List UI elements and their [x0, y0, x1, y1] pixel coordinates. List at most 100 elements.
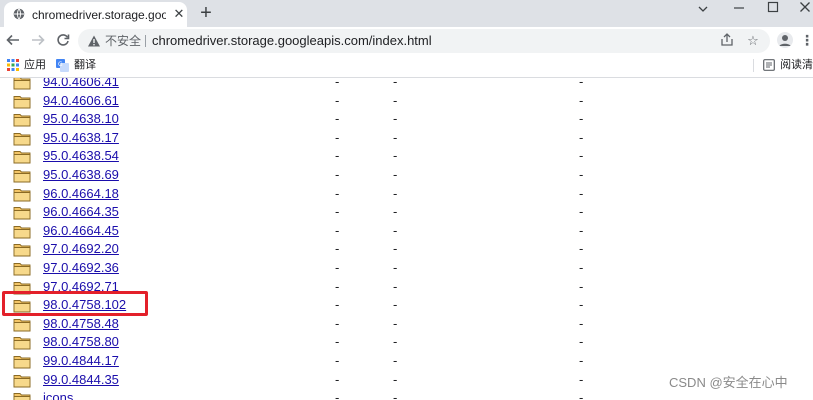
bookmark-translate[interactable]: G 翻译 [56, 57, 96, 73]
security-label[interactable]: 不安全 [105, 33, 141, 49]
folder-icon [13, 353, 31, 369]
cell-value: - [393, 204, 398, 220]
directory-link[interactable]: 99.0.4844.17 [43, 352, 119, 370]
cell-value: - [393, 111, 398, 127]
cell-value: - [393, 353, 398, 368]
directory-link[interactable]: 94.0.4606.41 [43, 78, 119, 91]
cell-value: - [393, 92, 398, 108]
globe-icon [13, 8, 25, 20]
cell-value: - [335, 222, 340, 238]
folder-icon [13, 334, 31, 350]
bookmark-translate-label: 翻译 [74, 59, 96, 71]
directory-link[interactable]: 95.0.4638.54 [43, 147, 119, 165]
directory-link[interactable]: 97.0.4692.20 [43, 240, 119, 258]
folder-icon [13, 223, 31, 239]
directory-link[interactable]: 95.0.4638.69 [43, 166, 119, 184]
cell-value: - [393, 78, 398, 89]
cell-value: - [579, 315, 584, 331]
cell-value: - [579, 353, 584, 368]
cell-value: - [393, 129, 398, 145]
maximize-button[interactable] [756, 0, 790, 13]
folder-icon [13, 111, 31, 127]
minimize-button[interactable] [722, 0, 756, 12]
address-bar[interactable]: 不安全 chromedriver.storage.googleapis.com/… [78, 29, 770, 53]
directory-link[interactable]: 94.0.4606.61 [43, 92, 119, 110]
table-row: 99.0.4844.17 - - - [0, 352, 813, 370]
cell-value: - [579, 78, 584, 89]
table-row: 96.0.4664.18 - - - [0, 185, 813, 203]
directory-link[interactable]: 98.0.4758.80 [43, 333, 119, 351]
chevron-down-icon[interactable] [686, 0, 720, 12]
back-button[interactable] [4, 32, 22, 50]
folder-icon [13, 204, 31, 220]
folder-icon [13, 78, 31, 90]
cell-value: - [579, 334, 584, 350]
table-row: 94.0.4606.41 - - - [0, 78, 813, 91]
directory-link[interactable]: 97.0.4692.36 [43, 259, 119, 277]
cell-value: - [335, 353, 340, 368]
cell-value: - [393, 260, 398, 275]
table-row: 96.0.4664.35 - - - [0, 203, 813, 221]
bookmark-apps[interactable]: 应用 [7, 57, 46, 73]
share-icon[interactable] [719, 33, 735, 49]
directory-link[interactable]: 99.0.4844.35 [43, 371, 119, 389]
bookmarks-bar: 应用 G 翻译 阅读清单 [0, 54, 813, 78]
directory-link[interactable]: icons [43, 389, 73, 400]
cell-value: - [579, 297, 584, 313]
translate-icon: G [56, 58, 69, 72]
cell-value: - [335, 297, 340, 313]
tab-title: chromedriver.storage.googleapis.com [32, 8, 166, 22]
cell-value: - [335, 260, 340, 275]
star-icon[interactable]: ☆ [745, 33, 761, 49]
cell-value: - [393, 185, 398, 201]
directory-link[interactable]: 95.0.4638.17 [43, 129, 119, 147]
svg-text:G: G [58, 61, 63, 68]
cell-value: - [335, 148, 340, 164]
cell-value: - [579, 371, 584, 387]
browser-tab[interactable]: chromedriver.storage.googleapis.com ✕ [4, 2, 187, 27]
directory-link[interactable]: 95.0.4638.10 [43, 110, 119, 128]
cell-value: - [335, 167, 340, 182]
close-window-button[interactable] [788, 0, 813, 12]
url-text[interactable]: chromedriver.storage.googleapis.com/inde… [152, 32, 432, 49]
folder-icon [13, 186, 31, 202]
reload-button[interactable] [54, 32, 72, 50]
apps-grid-icon [7, 59, 19, 72]
directory-link[interactable]: 96.0.4664.18 [43, 185, 119, 203]
cell-value: - [393, 390, 398, 400]
tab-close-icon[interactable]: ✕ [171, 6, 187, 22]
warning-icon[interactable] [87, 34, 101, 48]
cell-value: - [393, 371, 398, 387]
cell-value: - [579, 278, 584, 294]
table-row: 98.0.4758.80 - - - [0, 333, 813, 351]
table-row: 95.0.4638.10 - - - [0, 110, 813, 128]
table-row: 94.0.4606.61 - - - [0, 92, 813, 110]
cell-value: - [579, 167, 584, 182]
directory-link[interactable]: 98.0.4758.48 [43, 315, 119, 333]
arrow-right-icon [32, 34, 45, 46]
cell-value: - [335, 315, 340, 331]
table-row: 97.0.4692.20 - - - [0, 240, 813, 258]
cell-value: - [393, 297, 398, 313]
cell-value: - [579, 204, 584, 220]
highlight-annotation [2, 291, 148, 316]
folder-icon [13, 130, 31, 146]
omnibox-separator [145, 35, 146, 47]
cell-value: - [335, 92, 340, 108]
browser-toolbar: 不安全 chromedriver.storage.googleapis.com/… [0, 27, 813, 54]
bookmark-apps-label: 应用 [24, 59, 46, 71]
profile-avatar[interactable] [777, 32, 793, 48]
directory-link[interactable]: 96.0.4664.35 [43, 203, 119, 221]
cell-value: - [393, 167, 398, 182]
folder-icon [13, 93, 31, 109]
cell-value: - [335, 371, 340, 387]
cell-value: - [335, 334, 340, 350]
folder-icon [13, 167, 31, 183]
reading-list-button[interactable]: 阅读清单 [753, 57, 813, 73]
new-tab-button[interactable]: + [196, 3, 216, 23]
cell-value: - [579, 129, 584, 145]
directory-link[interactable]: 96.0.4664.45 [43, 222, 119, 240]
forward-button[interactable] [29, 32, 47, 50]
reading-list-label: 阅读清单 [780, 59, 813, 71]
more-menu-icon[interactable]: ⋮ [800, 31, 813, 49]
